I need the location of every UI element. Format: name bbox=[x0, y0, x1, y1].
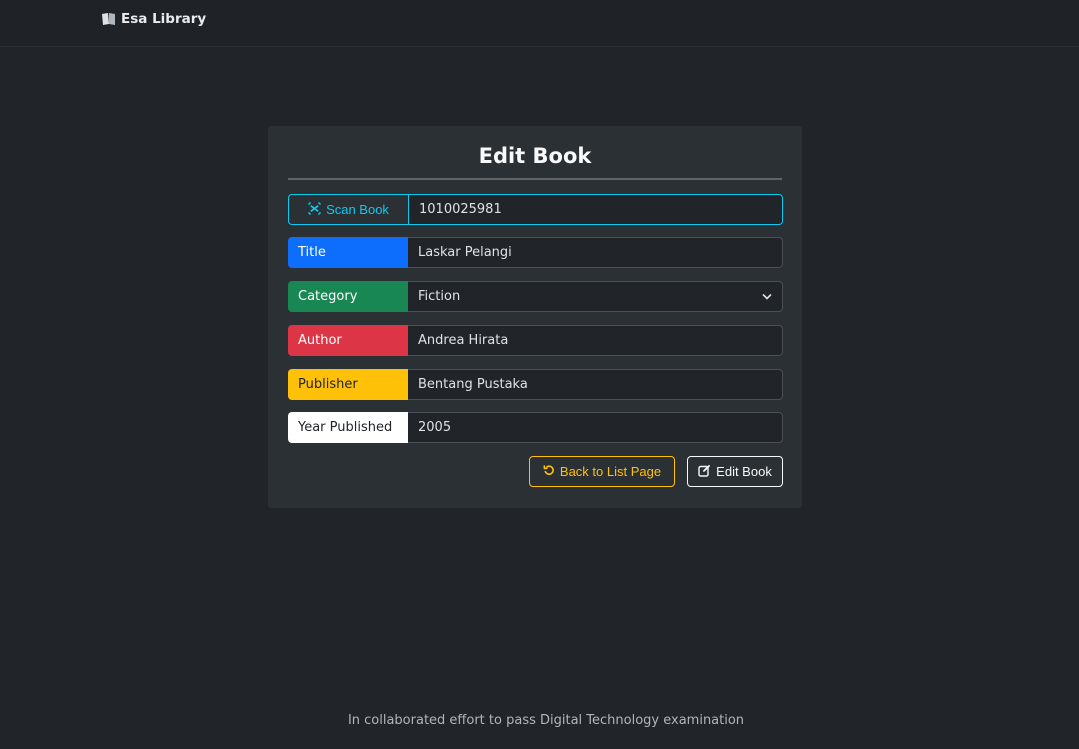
isbn-input[interactable]: 1010025981 bbox=[408, 194, 783, 225]
title-label: Title bbox=[288, 237, 408, 268]
chevron-down-icon bbox=[762, 289, 772, 304]
back-to-list-button[interactable]: Back to List Page bbox=[529, 456, 675, 487]
scan-book-group: Scan Book 1010025981 bbox=[288, 194, 783, 225]
scan-book-label: Scan Book bbox=[326, 202, 389, 217]
publisher-group: Publisher Bentang Pustaka bbox=[288, 369, 783, 400]
navbar: Esa Library bbox=[0, 0, 1079, 47]
year-published-label: Year Published bbox=[288, 412, 408, 443]
category-label: Category bbox=[288, 281, 408, 312]
edit-book-button[interactable]: Edit Book bbox=[687, 456, 783, 487]
publisher-input[interactable]: Bentang Pustaka bbox=[408, 369, 783, 400]
author-label: Author bbox=[288, 325, 408, 356]
scan-book-button[interactable]: Scan Book bbox=[288, 194, 408, 225]
publisher-label: Publisher bbox=[288, 369, 408, 400]
page-title: Edit Book bbox=[478, 144, 592, 168]
brand-name: Esa Library bbox=[121, 11, 207, 27]
brand-link[interactable]: Esa Library bbox=[101, 11, 206, 27]
category-group: Category Fiction bbox=[288, 281, 783, 312]
back-to-list-label: Back to List Page bbox=[559, 464, 662, 479]
book-icon bbox=[101, 12, 117, 26]
title-input[interactable]: Laskar Pelangi bbox=[408, 237, 783, 268]
author-input[interactable]: Andrea Hirata bbox=[408, 325, 783, 356]
edit-book-label: Edit Book bbox=[716, 464, 772, 479]
barcode-scan-icon bbox=[308, 201, 321, 218]
year-published-input[interactable]: 2005 bbox=[408, 412, 783, 443]
edit-book-card: Edit Book Scan Book 1010025981 Title Las… bbox=[268, 126, 802, 508]
edit-icon bbox=[698, 464, 711, 480]
year-group: Year Published 2005 bbox=[288, 412, 783, 443]
category-select[interactable]: Fiction bbox=[408, 281, 783, 312]
author-group: Author Andrea Hirata bbox=[288, 325, 783, 356]
undo-icon bbox=[543, 464, 555, 479]
category-selected-value: Fiction bbox=[418, 289, 461, 304]
footer: In collaborated effort to pass Digital T… bbox=[0, 713, 1079, 728]
title-group: Title Laskar Pelangi bbox=[288, 237, 783, 268]
title-divider bbox=[288, 178, 782, 180]
footer-text: In collaborated effort to pass Digital T… bbox=[347, 713, 745, 728]
